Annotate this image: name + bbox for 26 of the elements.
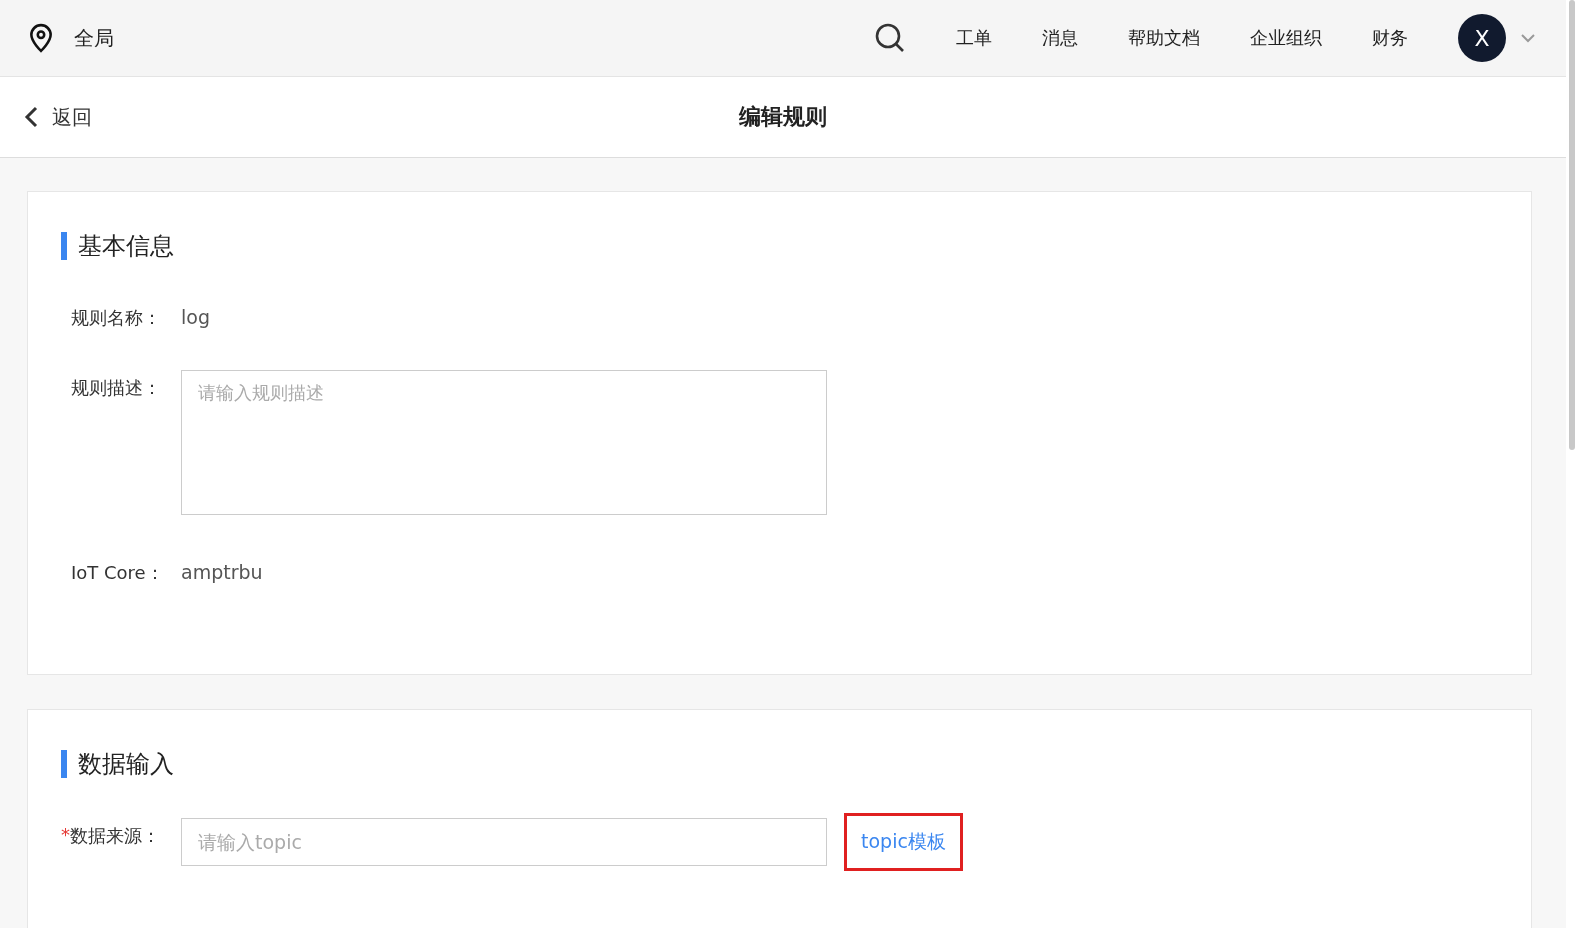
back-link[interactable]: 返回 bbox=[24, 103, 92, 131]
required-mark: * bbox=[61, 824, 70, 847]
field-label: 数据来源： bbox=[70, 824, 160, 848]
section-title: 数据输入 bbox=[61, 750, 1531, 778]
field-label: 规则名称： bbox=[71, 306, 161, 330]
field-value: log bbox=[181, 305, 210, 328]
user-avatar[interactable]: X bbox=[1458, 14, 1506, 62]
nav-link[interactable]: 消息 bbox=[1042, 26, 1078, 50]
page-title: 编辑规则 bbox=[739, 104, 827, 129]
input-field[interactable]: 请输入topic bbox=[181, 818, 827, 866]
search-icon[interactable] bbox=[874, 22, 906, 54]
chevron-down-icon[interactable] bbox=[1520, 33, 1536, 43]
chevron-left-icon bbox=[24, 106, 38, 128]
scrollbar-thumb[interactable] bbox=[1569, 0, 1575, 450]
nav-link[interactable]: 帮助文档 bbox=[1128, 26, 1200, 50]
region-label[interactable]: 全局 bbox=[74, 24, 114, 52]
nav-link[interactable]: 工单 bbox=[956, 26, 992, 50]
description-field[interactable]: 请输入规则描述 bbox=[181, 370, 827, 515]
section-title: 基本信息 bbox=[61, 232, 1531, 260]
template-link[interactable]: topic模板 bbox=[844, 813, 963, 871]
field-value: amptrbu bbox=[181, 560, 263, 583]
nav-link[interactable]: 财务 bbox=[1372, 26, 1408, 50]
nav-link[interactable]: 企业组织 bbox=[1250, 26, 1322, 50]
field-label: 规则描述： bbox=[71, 376, 161, 400]
location-pin-icon bbox=[28, 23, 54, 53]
field-label: IoT Core： bbox=[71, 561, 164, 585]
